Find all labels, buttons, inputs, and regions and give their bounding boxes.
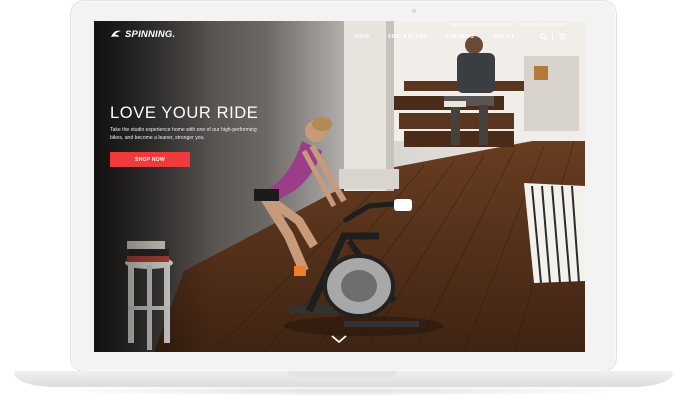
hero-photo bbox=[94, 21, 585, 352]
camera-dot bbox=[412, 9, 416, 13]
brand-logo[interactable]: SPINNING. bbox=[110, 27, 175, 41]
cart-icon[interactable] bbox=[558, 32, 566, 40]
menu-item-get-fit[interactable]: GET FIT bbox=[493, 34, 514, 40]
shop-now-button[interactable]: SHOP NOW bbox=[110, 152, 190, 167]
site-header: SPINNING. BECOME AN INSTRUCTOR LOGIN or … bbox=[94, 21, 585, 51]
main-menu: SHOP FIND A CLASS FOR PROS GET FIT bbox=[354, 34, 514, 40]
website-screen: SPINNING. BECOME AN INSTRUCTOR LOGIN or … bbox=[94, 21, 585, 352]
rug bbox=[524, 183, 585, 284]
login-signup-link[interactable]: LOGIN or SIGN UP bbox=[522, 22, 565, 27]
device-shadow bbox=[40, 386, 647, 396]
laptop-notch bbox=[287, 371, 397, 377]
brand-name: SPINNING. bbox=[125, 28, 176, 40]
header-icons bbox=[540, 32, 566, 40]
icon-separator bbox=[552, 32, 553, 40]
hero-title: LOVE YOUR RIDE bbox=[110, 104, 259, 122]
become-instructor-link[interactable]: BECOME AN INSTRUCTOR bbox=[451, 22, 514, 27]
utility-nav: BECOME AN INSTRUCTOR LOGIN or SIGN UP bbox=[451, 22, 565, 27]
menu-item-for-pros[interactable]: FOR PROS bbox=[446, 34, 475, 40]
search-icon[interactable] bbox=[540, 32, 547, 40]
laptop-mockup: SPINNING. BECOME AN INSTRUCTOR LOGIN or … bbox=[0, 0, 687, 408]
menu-item-find-a-class[interactable]: FIND A CLASS bbox=[388, 34, 426, 40]
chevron-down-icon[interactable] bbox=[330, 334, 348, 344]
menu-item-shop[interactable]: SHOP bbox=[354, 34, 369, 40]
hero-description: Take the studio experience home with one… bbox=[110, 127, 257, 141]
spinning-logo-icon bbox=[111, 30, 121, 37]
